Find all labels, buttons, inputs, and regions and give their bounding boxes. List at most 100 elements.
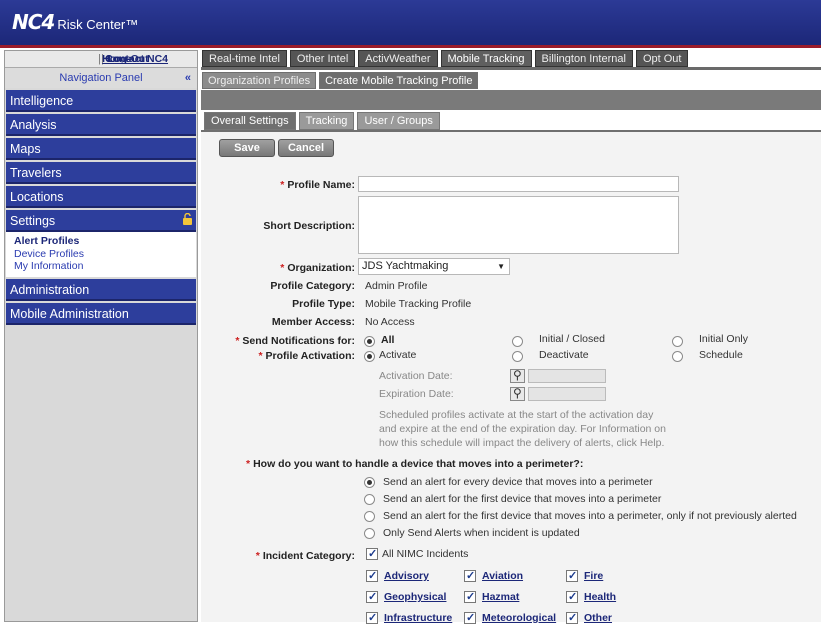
send-initial-only-label: Initial Only [699,333,749,345]
logo-text: NC4 [12,10,55,34]
schedule-label: Schedule [699,349,743,361]
geophysical-checkbox[interactable] [366,590,378,603]
advisory-link[interactable]: Advisory [384,570,429,582]
tab-overall-settings[interactable]: Overall Settings [204,112,296,130]
send-notifications-label-text: Send Notifications for: [242,335,355,347]
fire-link[interactable]: Fire [584,570,603,582]
expiration-date-label: Expiration Date: [379,388,454,400]
incident-category-label-text: Incident Category: [262,550,355,562]
health-checkbox[interactable] [566,590,578,603]
tab-activweather[interactable]: ActivWeather [358,50,438,67]
cancel-button[interactable]: Cancel [278,139,334,157]
profile-name-input[interactable] [358,176,679,192]
schedule-note-line-1: Scheduled profiles activate at the start… [379,409,654,421]
tab-organization-profiles[interactable]: Organization Profiles [202,72,317,89]
profile-type-label: Profile Type: [292,298,355,310]
nav-item-settings-label: Settings [10,214,56,228]
hazmat-link[interactable]: Hazmat [482,591,519,603]
expiration-calendar-icon[interactable] [510,386,525,401]
activate-radio[interactable] [364,351,375,362]
sub-tabs: Organization Profiles Create Mobile Trac… [202,72,479,89]
send-all-radio[interactable] [364,336,375,347]
nav-item-analysis[interactable]: Analysis [6,114,196,136]
profile-name-label-text: Profile Name: [287,179,355,191]
schedule-radio[interactable] [672,351,683,362]
other-checkbox[interactable] [566,611,578,624]
nav-item-intelligence[interactable]: Intelligence [6,90,196,112]
nav-item-settings[interactable]: Settings [6,210,196,232]
infrastructure-link[interactable]: Infrastructure [384,612,452,624]
required-marker: * [246,458,251,470]
nav-item-travelers[interactable]: Travelers [6,162,196,184]
profile-type-value: Mobile Tracking Profile [365,298,472,310]
nc4-logo[interactable]: NC4 Risk Center™ [12,10,138,38]
member-access-label: Member Access: [271,316,355,328]
tab-mobile-tracking[interactable]: Mobile Tracking [440,50,532,67]
profile-name-label: * Profile Name: [220,179,355,191]
profile-category-value: Admin Profile [365,280,428,292]
perimeter-option-4-radio[interactable] [364,528,375,539]
aviation-checkbox[interactable] [464,569,476,582]
perimeter-question: * How do you want to handle a device that… [246,458,583,470]
perimeter-option-2-radio[interactable] [364,494,375,505]
submenu-my-information[interactable]: My Information [14,260,188,273]
short-description-label: Short Description: [263,220,355,232]
advisory-checkbox[interactable] [366,569,378,582]
send-initial-only-radio[interactable] [672,336,683,347]
tab-user-groups[interactable]: User / Groups [357,112,440,130]
activation-date-input[interactable] [528,369,606,383]
profile-activation-label: * Profile Activation: [220,350,355,362]
tab-create-mobile-tracking-profile[interactable]: Create Mobile Tracking Profile [319,72,479,89]
fire-checkbox[interactable] [566,569,578,582]
send-all-label: All [381,334,395,346]
activation-calendar-icon[interactable] [510,368,525,383]
organization-label: * Organization: [220,262,355,274]
required-marker: * [280,262,285,274]
logout-link[interactable]: Log-Out [104,51,153,67]
perimeter-option-1-label: Send an alert for every device that move… [383,476,653,488]
collapse-panel-icon[interactable]: « [185,68,191,88]
all-incidents-label: All NIMC Incidents [382,548,469,560]
tab-tracking[interactable]: Tracking [298,112,355,130]
all-incidents-checkbox[interactable] [366,547,378,560]
settings-submenu: Alert Profiles Device Profiles My Inform… [6,232,196,277]
aviation-link[interactable]: Aviation [482,570,523,582]
hazmat-checkbox[interactable] [464,590,476,603]
nav-item-administration[interactable]: Administration [6,278,196,301]
form-tabs: Overall Settings Tracking User / Groups [204,112,440,130]
tab-billington-internal[interactable]: Billington Internal [534,50,633,67]
nav-item-mobile-administration[interactable]: Mobile Administration [6,302,196,325]
section-bar [201,90,821,110]
tab-real-time-intel[interactable]: Real-time Intel [202,50,287,67]
infrastructure-checkbox[interactable] [366,611,378,624]
tab-other-intel[interactable]: Other Intel [289,50,356,67]
nav-item-locations[interactable]: Locations [6,186,196,208]
required-marker: * [235,335,240,347]
send-initial-closed-radio[interactable] [512,336,523,347]
perimeter-option-3-radio[interactable] [364,511,375,522]
expiration-date-input[interactable] [528,387,606,401]
geophysical-link[interactable]: Geophysical [384,591,446,603]
short-description-textarea[interactable] [358,196,679,254]
required-marker: * [255,550,260,562]
health-link[interactable]: Health [584,591,616,603]
organization-selected-value: JDS Yachtmaking [362,260,449,272]
dropdown-arrow-icon: ▼ [497,262,505,271]
save-button[interactable]: Save [219,139,275,157]
logo-suffix: Risk Center™ [57,17,139,32]
organization-select[interactable]: JDS Yachtmaking ▼ [358,258,510,275]
nav-item-maps[interactable]: Maps [6,138,196,160]
tab-opt-out[interactable]: Opt Out [635,50,689,67]
perimeter-option-2-label: Send an alert for the first device that … [383,493,662,505]
deactivate-radio[interactable] [512,351,523,362]
perimeter-option-1-radio[interactable] [364,477,375,488]
activate-label: Activate [379,349,417,361]
perimeter-option-4-label: Only Send Alerts when incident is update… [383,527,580,539]
required-marker: * [280,179,285,191]
meteorological-link[interactable]: Meteorological [482,612,556,624]
profile-category-label: Profile Category: [270,280,355,292]
other-link[interactable]: Other [584,612,612,624]
meteorological-checkbox[interactable] [464,611,476,624]
submenu-device-profiles[interactable]: Device Profiles [14,248,188,261]
submenu-alert-profiles[interactable]: Alert Profiles [14,235,188,248]
